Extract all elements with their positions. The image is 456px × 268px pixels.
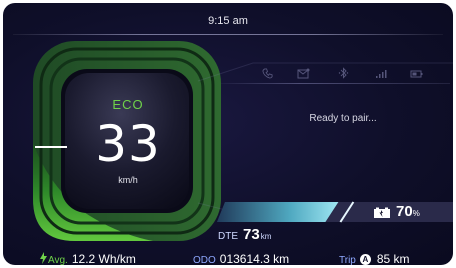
trip-label: Trip [339, 255, 356, 265]
trip-value: 85 km [376, 252, 410, 265]
battery-percent-unit: % [412, 209, 420, 218]
dte-value: 73 [243, 226, 260, 243]
odo-value: 013614.3 km [219, 252, 290, 265]
speed-value: 33 [95, 115, 161, 173]
trip-meter: Trip A 85 km [339, 252, 410, 265]
battery-percent: 70% [396, 203, 420, 220]
instrument-cluster: 9:15 am Ready to pair... ECO 33 km/h 70%… [3, 3, 453, 265]
dte-label: DTE [218, 231, 238, 242]
dte-unit: km [260, 232, 272, 241]
speed-unit: km/h [118, 175, 138, 185]
avg-label: Avg. [48, 255, 68, 265]
battery-icon [373, 206, 391, 224]
trip-info-bar: Avg. 12.2 Wh/km ODO 013614.3 km Trip A 85 km [3, 252, 453, 265]
battery-fill [217, 202, 339, 222]
lightning-icon [40, 252, 47, 264]
odo-label: ODO [193, 255, 216, 265]
avg-consumption: Avg. 12.2 Wh/km [39, 252, 136, 265]
drive-mode: ECO [112, 97, 144, 112]
dte-readout: DTE 73km [218, 226, 271, 243]
odometer: ODO 013614.3 km [193, 252, 289, 265]
battery-percent-value: 70 [396, 203, 413, 220]
trip-badge: A [359, 254, 371, 265]
avg-value: 12.2 Wh/km [71, 252, 136, 265]
